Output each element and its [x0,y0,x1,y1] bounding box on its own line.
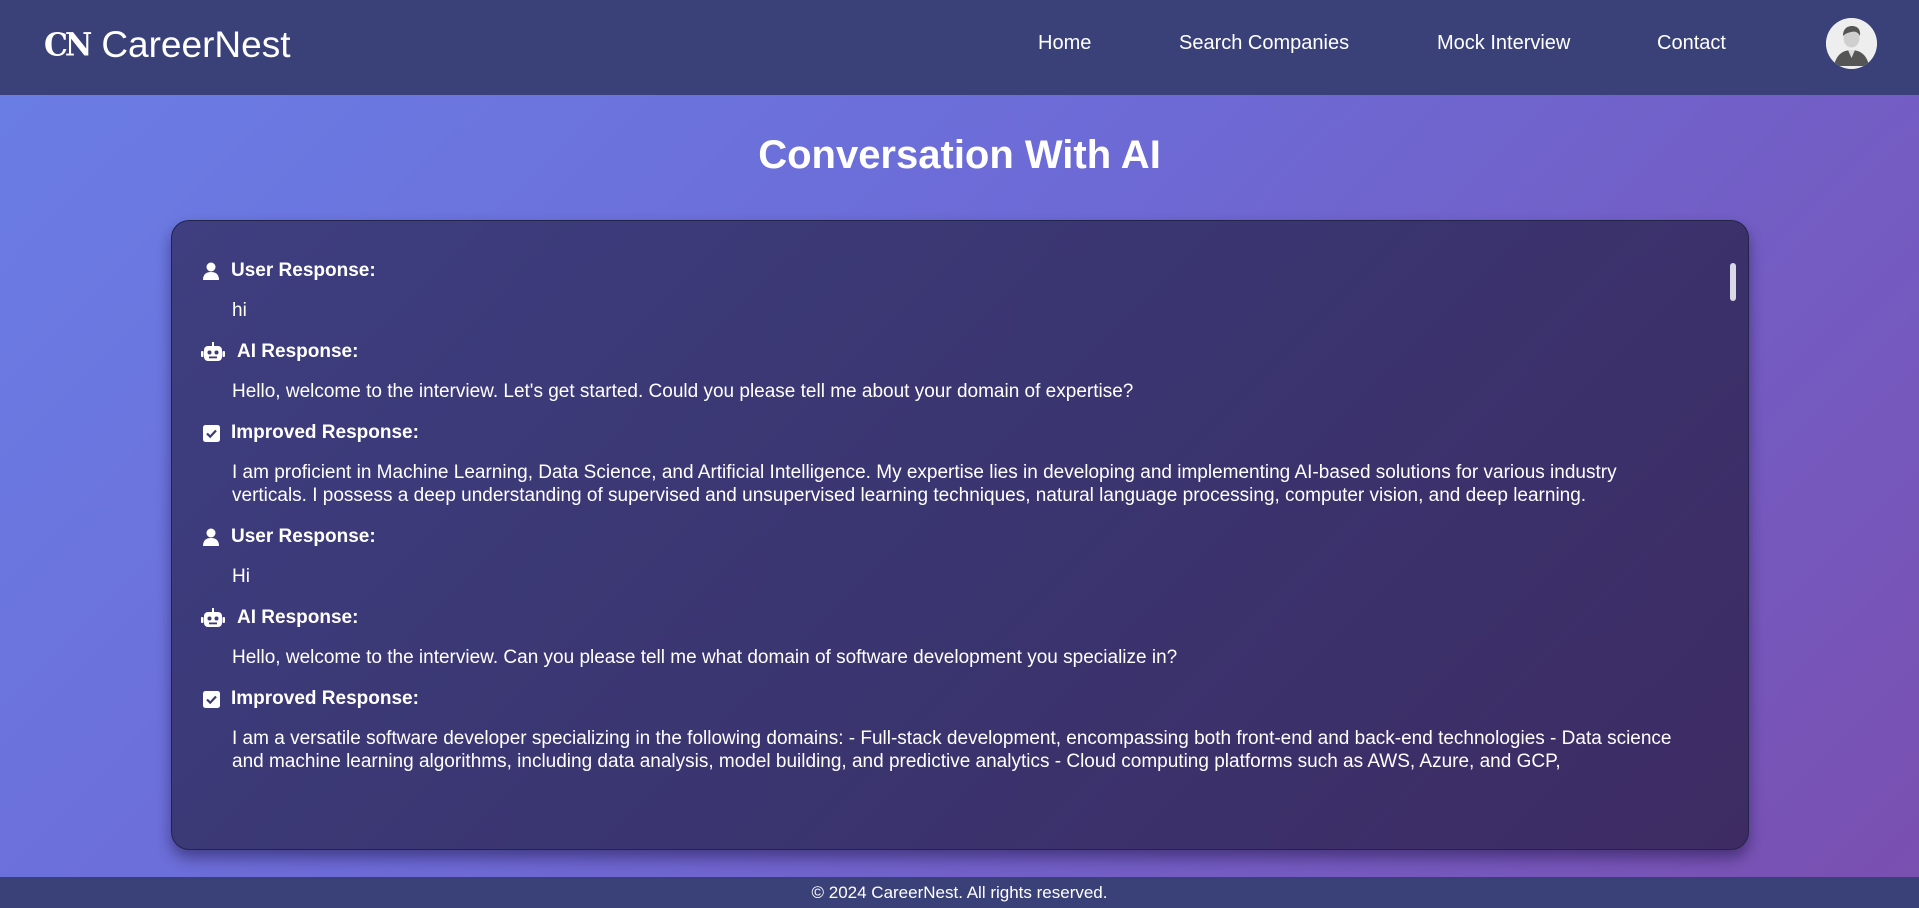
user-icon [201,527,221,547]
message-text: Hello, welcome to the interview. Let's g… [232,381,1134,402]
robot-icon [201,608,225,628]
message-text: Hi [232,566,250,587]
footer-copyright: © 2024 CareerNest. All rights reserved. [811,883,1108,902]
message-label: Improved Response: [231,688,419,709]
message-text: hi [232,300,247,321]
user-icon [201,261,221,281]
message-label: Improved Response: [231,422,419,443]
message-ai: AI Response: Hello, welcome to the inter… [201,340,1688,403]
navbar: CN CareerNest Home Search Companies Mock… [0,0,1919,95]
brand[interactable]: CN CareerNest [44,24,291,66]
message-text: I am a versatile software developer spec… [232,728,1672,772]
message-user: User Response: Hi [201,525,1688,588]
checkbox-icon [201,423,221,443]
checkbox-icon [201,689,221,709]
brand-logo: CN [44,26,92,64]
message-label: User Response: [231,260,376,281]
conversation-scroll-area[interactable]: User Response: hi AI Response: Hello, we… [172,221,1748,849]
user-avatar-icon [1826,18,1877,69]
nav-link-home[interactable]: Home [1038,32,1091,55]
message-ai: AI Response: Hello, welcome to the inter… [201,606,1688,669]
message-label: AI Response: [237,341,359,362]
nav-link-contact[interactable]: Contact [1657,32,1726,55]
message-improved: Improved Response: I am a versatile soft… [201,687,1688,773]
message-text: I am proficient in Machine Learning, Dat… [232,462,1617,506]
message-label: AI Response: [237,607,359,628]
message-user: User Response: hi [201,259,1688,322]
nav-link-search-companies[interactable]: Search Companies [1179,32,1349,55]
robot-icon [201,342,225,362]
conversation-panel[interactable]: User Response: hi AI Response: Hello, we… [171,220,1749,850]
message-text: Hello, welcome to the interview. Can you… [232,647,1178,668]
brand-name: CareerNest [101,24,291,65]
footer: © 2024 CareerNest. All rights reserved. [0,877,1919,908]
profile-avatar[interactable] [1826,18,1877,69]
message-label: User Response: [231,526,376,547]
message-improved: Improved Response: I am proficient in Ma… [201,421,1688,507]
nav-link-mock-interview[interactable]: Mock Interview [1437,32,1570,55]
page-title: Conversation With AI [758,133,1161,177]
scrollbar-thumb[interactable] [1730,263,1736,301]
